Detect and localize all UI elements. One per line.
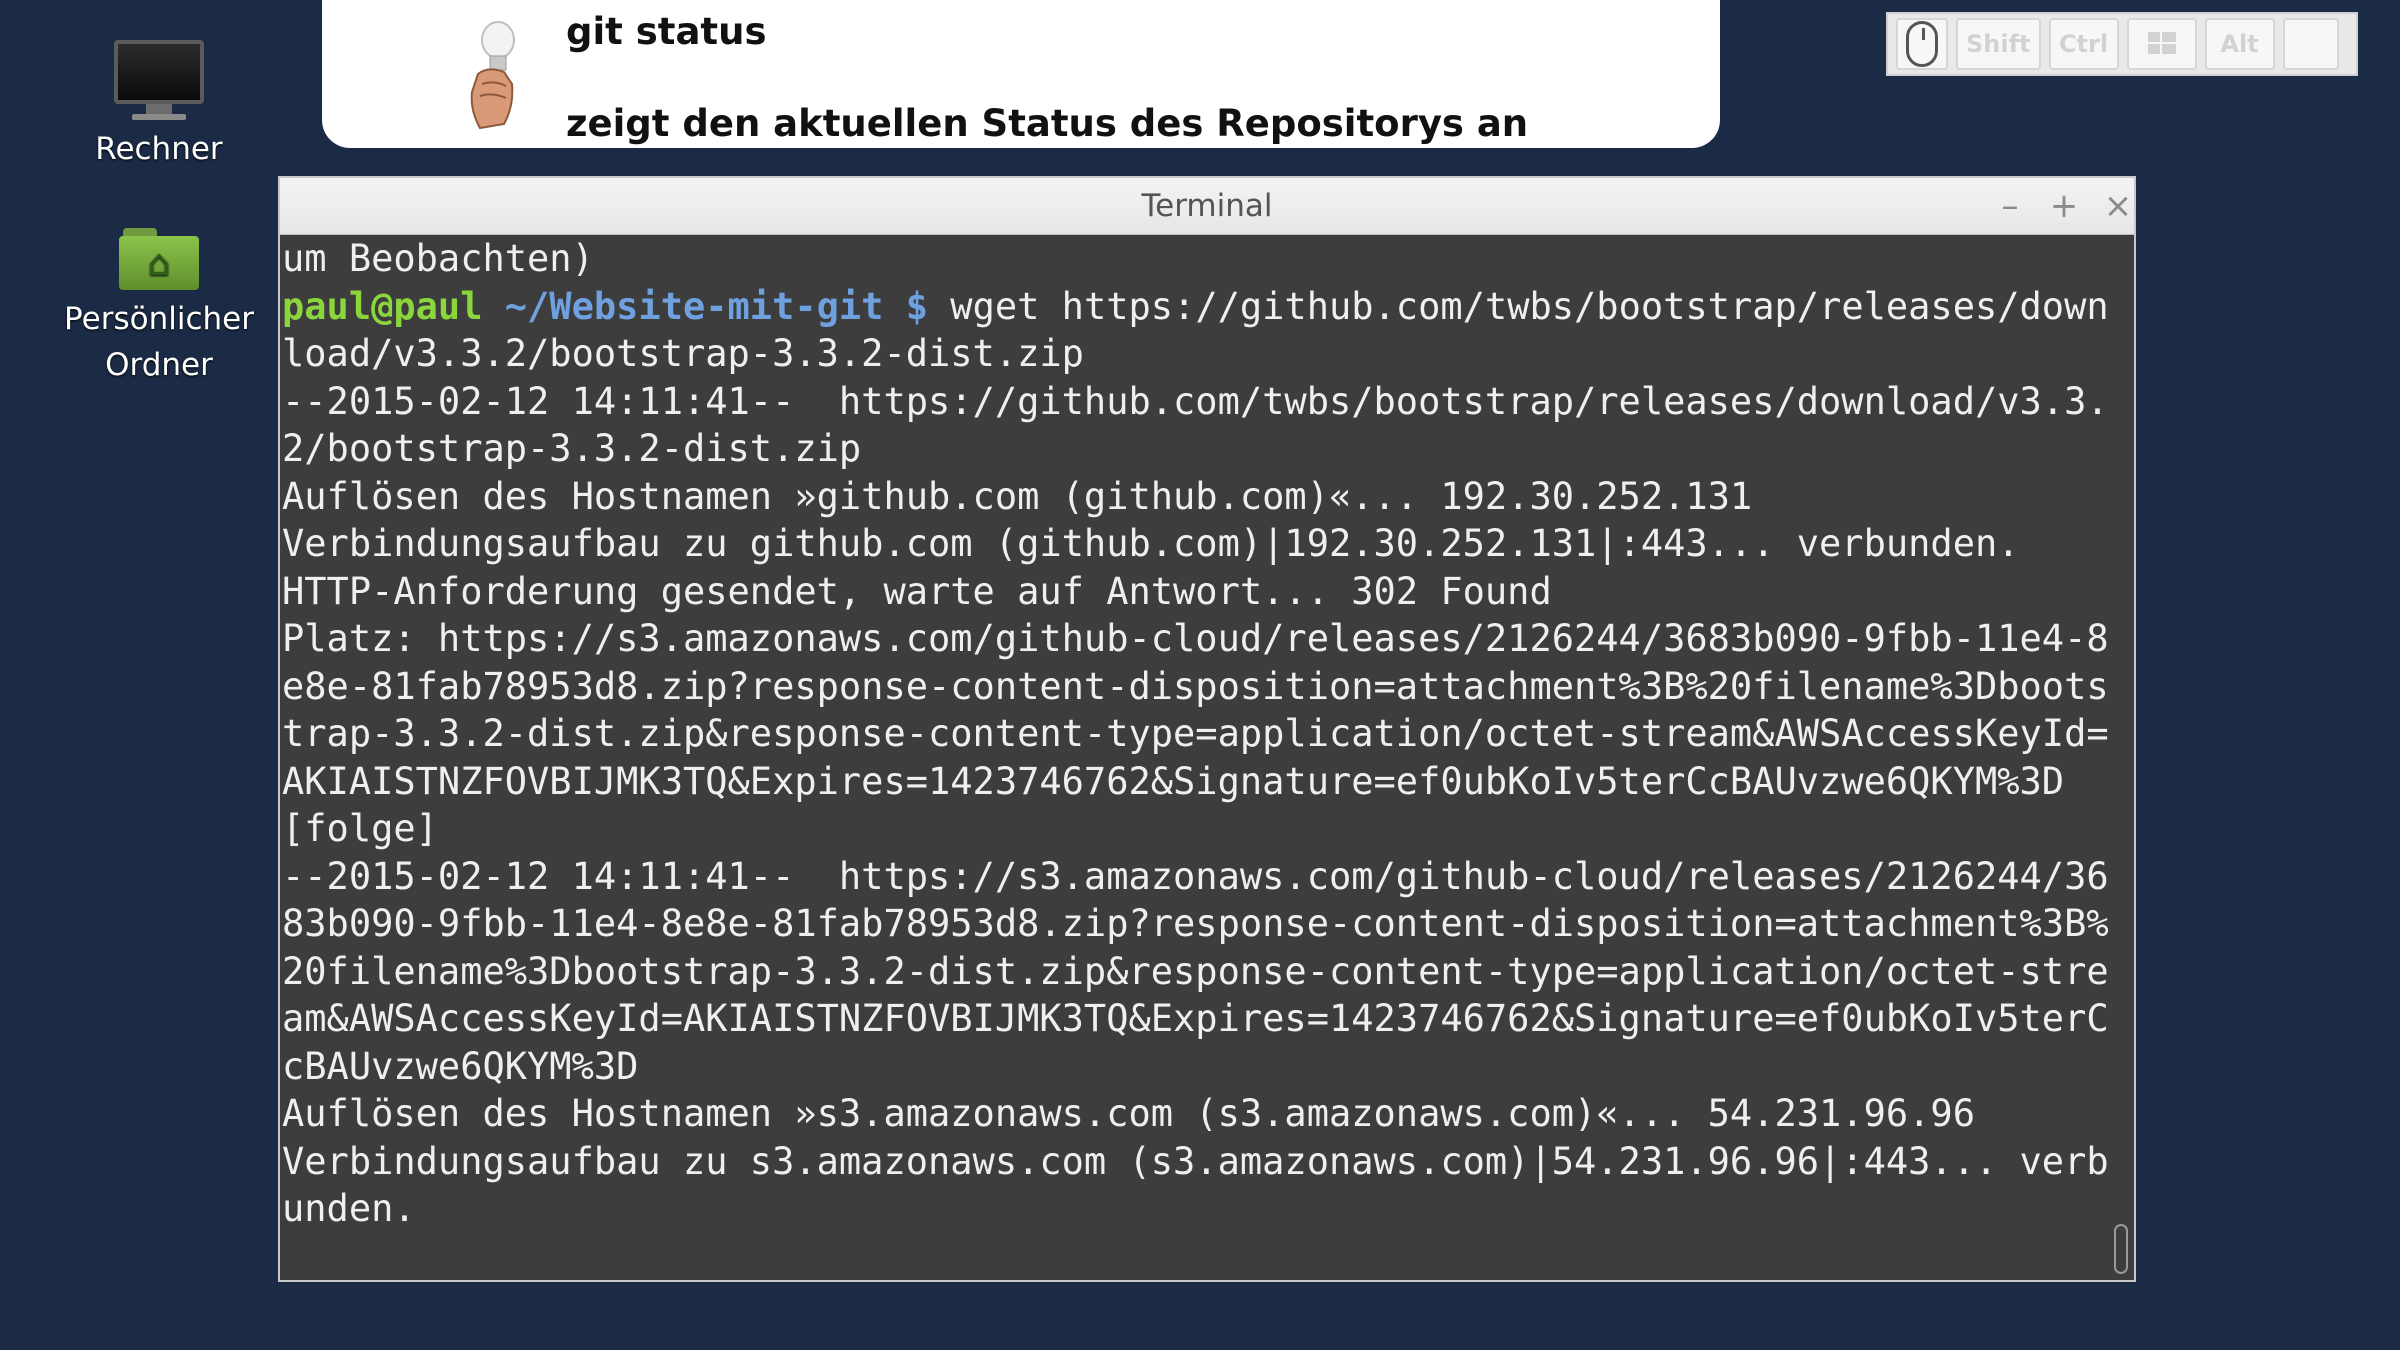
minimize-button[interactable]: – bbox=[1990, 186, 2030, 226]
banner-subtitle: zeigt den aktuellen Status des Repositor… bbox=[566, 102, 1529, 145]
windows-key-icon bbox=[2147, 32, 2176, 54]
lightbulb-hand-icon bbox=[470, 21, 515, 130]
banner-title: git status bbox=[566, 10, 767, 53]
desktop: Rechner ⌂ Persönlicher Ordner git status… bbox=[0, 0, 2400, 1350]
terminal-window[interactable]: Terminal – + × um Beobachten) paul@paul … bbox=[278, 176, 2136, 1282]
terminal-previous-line: um Beobachten) bbox=[282, 237, 594, 280]
desktop-icon-label: Persönlicher bbox=[64, 301, 254, 337]
desktop-icon-home-folder[interactable]: ⌂ Persönlicher Ordner bbox=[44, 228, 274, 388]
computer-icon bbox=[44, 40, 274, 120]
terminal-output[interactable]: um Beobachten) paul@paul ~/Website-mit-g… bbox=[282, 235, 2112, 1233]
close-button[interactable]: × bbox=[2098, 186, 2138, 226]
prompt-user: paul@paul bbox=[282, 284, 483, 328]
terminal-body[interactable]: um Beobachten) paul@paul ~/Website-mit-g… bbox=[280, 235, 2134, 1280]
terminal-title: Terminal bbox=[1141, 188, 1273, 224]
windows-key bbox=[2126, 18, 2197, 70]
home-folder-icon: ⌂ bbox=[44, 228, 274, 290]
scrollbar-thumb[interactable] bbox=[2114, 1224, 2128, 1274]
desktop-icon-label: Rechner bbox=[95, 131, 223, 167]
desktop-icon-computer[interactable]: Rechner bbox=[44, 40, 274, 172]
desktop-icon-label-line2: Ordner bbox=[105, 347, 213, 383]
prompt-path: ~/Website-mit-git $ bbox=[482, 284, 929, 328]
mouse-key bbox=[1896, 18, 1948, 70]
key-indicator-bar: Shift Ctrl Alt bbox=[1886, 12, 2358, 76]
terminal-titlebar[interactable]: Terminal – + × bbox=[280, 178, 2134, 235]
terminal-scrollbar[interactable] bbox=[2112, 235, 2130, 1280]
caption-banner: git status zeigt den aktuellen Status de… bbox=[322, 0, 1720, 148]
shift-key: Shift bbox=[1956, 18, 2041, 70]
terminal-command-output: --2015-02-12 14:11:41-- https://github.c… bbox=[282, 379, 2109, 1231]
ctrl-key: Ctrl bbox=[2048, 18, 2119, 70]
maximize-button[interactable]: + bbox=[2044, 186, 2084, 226]
alt-key: Alt bbox=[2204, 18, 2275, 70]
blank-key bbox=[2282, 18, 2339, 70]
mouse-icon bbox=[1906, 21, 1938, 67]
